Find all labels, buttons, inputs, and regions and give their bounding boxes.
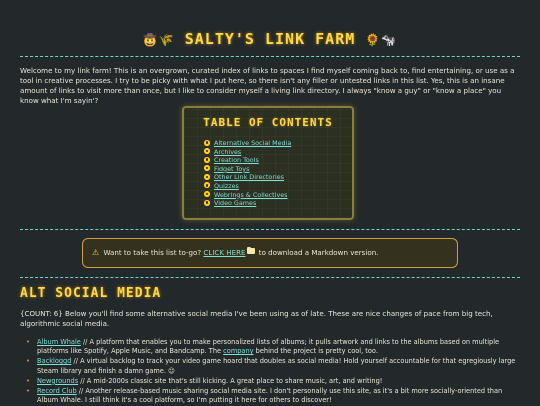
table-of-contents: TABLE OF CONTENTS Alternative Social Med… [182, 106, 354, 220]
section-title: ALT SOCIAL MEDIA [20, 286, 162, 301]
toc-link-link-directories[interactable]: Other Link Directories [214, 173, 284, 181]
list-item: • Newgrounds // A mid-2000s classic site … [20, 377, 520, 386]
site-title-row: 🤠🌾 SALTY'S LINK FARM 🌻🐄 [0, 30, 540, 48]
download-link[interactable]: CLICK HERE [203, 248, 245, 257]
list-item: • Backloggd // A virtual backlog to track… [20, 357, 520, 375]
divider [20, 277, 520, 278]
entry-link-backloggd[interactable]: Backloggd [37, 357, 71, 365]
toc-item-alt-social: Alternative Social Media [204, 139, 291, 148]
bullet-icon: • [26, 338, 31, 346]
section-description: {COUNT: 6} Below you'll find some altern… [20, 309, 493, 328]
toc-link-archives[interactable]: Archives [214, 148, 241, 156]
toc-link-creation-tools[interactable]: Creation Tools [214, 156, 259, 164]
entry-link-record-club[interactable]: Record Club [37, 387, 77, 395]
entry-text: behind the project is pretty cool, too. [253, 347, 378, 356]
radioactive-icon [204, 139, 210, 146]
radioactive-icon [204, 156, 210, 163]
toc-item-creation-tools: Creation Tools [204, 156, 291, 165]
toc-link-webrings[interactable]: Webrings & Collectives [214, 191, 288, 199]
list-item: • Album Whale // A platform that enables … [20, 338, 520, 356]
intro-paragraph: Welcome to my link farm! This is an over… [20, 66, 515, 105]
radioactive-icon [204, 199, 210, 206]
notice-text-after: to download a Markdown version. [258, 248, 379, 257]
radioactive-icon [204, 148, 210, 155]
divider [20, 56, 520, 57]
toc-link-fidget-toys[interactable]: Fidget Toys [214, 165, 249, 173]
bullet-icon: • [26, 376, 31, 385]
sunflower-cow-icon: 🌻🐄 [365, 33, 398, 47]
folder-icon [246, 246, 255, 254]
toc-list: Alternative Social Media Archives Creati… [204, 139, 291, 208]
entry-link-company[interactable]: company [223, 347, 253, 355]
toc-link-video-games[interactable]: Video Games [214, 199, 256, 207]
entry-link-album-whale[interactable]: Album Whale [37, 338, 81, 346]
toc-item-video-games: Video Games [204, 199, 291, 208]
entry-text: // A mid-2000s classic site that's still… [78, 376, 383, 385]
entry-link-newgrounds[interactable]: Newgrounds [37, 377, 78, 385]
bullet-icon: • [26, 387, 31, 396]
toc-link-quizzes[interactable]: Quizzes [214, 182, 239, 190]
toc-title: TABLE OF CONTENTS [203, 116, 333, 129]
notice-text-before: Want to take this list to-go? [103, 248, 202, 257]
radioactive-icon [204, 191, 210, 198]
toc-item-quizzes: Quizzes [204, 182, 291, 191]
radioactive-icon [204, 165, 210, 172]
download-notice: ⚠ Want to take this list to-go? CLICK HE… [82, 238, 458, 268]
warning-icon: ⚠ [92, 248, 100, 257]
entry-text: // A virtual backlog to track your video… [37, 357, 516, 375]
divider [20, 229, 520, 230]
radioactive-icon [204, 182, 210, 189]
list-item: • Record Club // Another release-based mu… [20, 387, 520, 405]
toc-item-webrings: Webrings & Collectives [204, 191, 291, 200]
link-list: • Album Whale // A platform that enables … [20, 338, 520, 406]
toc-item-archives: Archives [204, 148, 291, 157]
toc-link-alt-social[interactable]: Alternative Social Media [214, 139, 291, 147]
toc-item-fidget-toys: Fidget Toys [204, 165, 291, 174]
toc-item-link-directories: Other Link Directories [204, 173, 291, 182]
radioactive-icon [204, 173, 210, 180]
cowboy-hat-sheep-icon: 🤠🌾 [142, 33, 175, 47]
bullet-icon: • [26, 357, 31, 366]
entry-text: // Another release-based music sharing s… [37, 387, 503, 405]
site-title: SALTY'S LINK FARM [184, 30, 356, 48]
